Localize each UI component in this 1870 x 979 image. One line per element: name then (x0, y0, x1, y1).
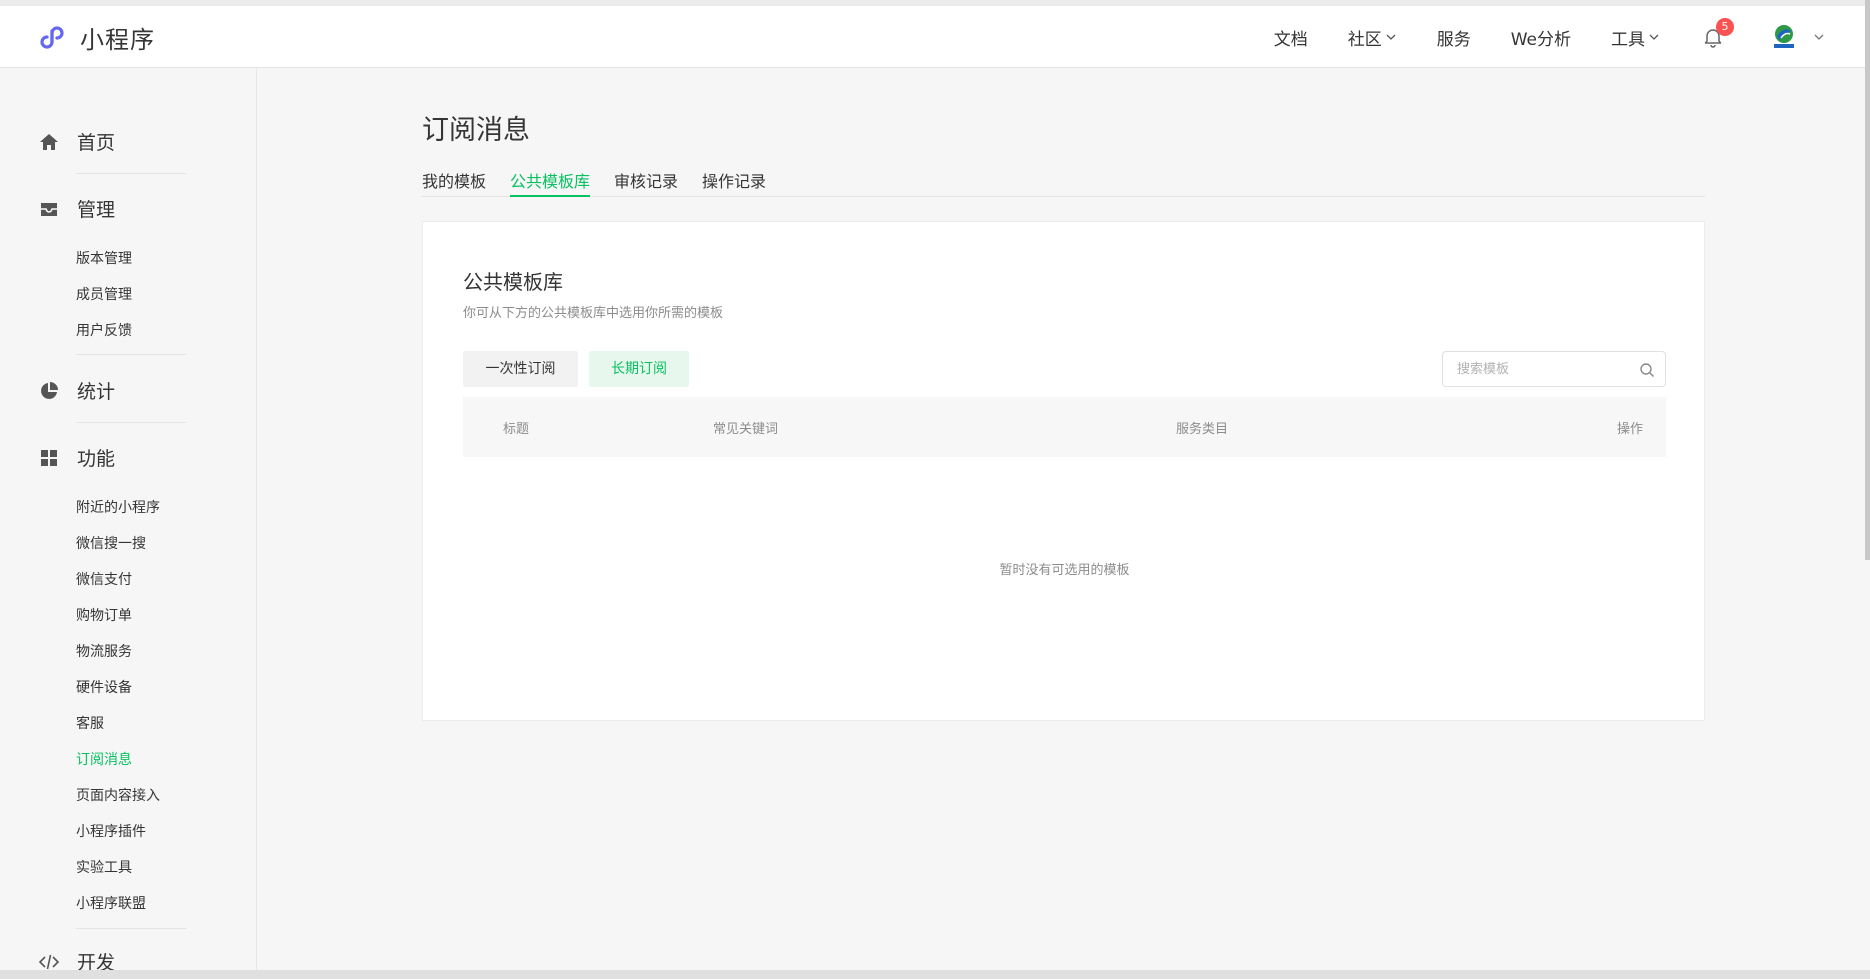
sidebar-divider (76, 422, 186, 423)
search-box (1442, 351, 1666, 387)
sidebar-item-wechat-search[interactable]: 微信搜一搜 (76, 533, 146, 553)
filter-one-time-button[interactable]: 一次性订阅 (463, 351, 578, 387)
sidebar-item-user-feedback[interactable]: 用户反馈 (76, 320, 132, 340)
nav-docs[interactable]: 文档 (1274, 25, 1308, 50)
card-title: 公共模板库 (463, 270, 563, 294)
top-header: 小程序 文档 社区 服务 We分析 工具 5 (0, 6, 1865, 68)
sidebar-item-statistics[interactable]: 统计 (38, 377, 115, 404)
nav-we-analytics[interactable]: We分析 (1511, 25, 1571, 50)
tab-review-records[interactable]: 审核记录 (614, 168, 678, 197)
template-library-card: 公共模板库 你可从下方的公共模板库中选用你所需的模板 一次性订阅 长期订阅 标题… (422, 221, 1705, 721)
sidebar: 首页 管理 版本管理 成员管理 用户反馈 统计 功能 附近的小程序 微信搜一搜 … (0, 68, 257, 979)
notification-badge: 5 (1716, 18, 1734, 36)
nav-we-analytics-label: We分析 (1510, 29, 1571, 50)
tab-my-templates[interactable]: 我的模板 (422, 168, 486, 197)
sidebar-item-member-manage[interactable]: 成员管理 (76, 284, 132, 304)
search-input[interactable] (1443, 352, 1623, 386)
inbox-icon (38, 198, 60, 220)
chevron-down-icon (1386, 34, 1396, 40)
chevron-down-icon[interactable] (1813, 31, 1825, 43)
sidebar-item-label: 首页 (77, 132, 116, 154)
nav-tools[interactable]: 工具 (1611, 25, 1660, 50)
tab-operation-records[interactable]: 操作记录 (702, 168, 766, 197)
pie-chart-icon (38, 380, 60, 402)
sidebar-divider (76, 354, 186, 355)
sidebar-section-features[interactable]: 功能 (38, 444, 115, 471)
search-icon[interactable] (1639, 362, 1655, 378)
miniprogram-logo-icon (40, 25, 64, 49)
tab-public-library[interactable]: 公共模板库 (510, 168, 591, 197)
sidebar-item-plugins[interactable]: 小程序插件 (76, 821, 146, 841)
chevron-down-icon (1649, 34, 1659, 40)
sidebar-section-label: 功能 (77, 448, 116, 470)
table-header: 标题 常见关键词 服务类目 操作 (463, 397, 1666, 457)
sidebar-item-hardware[interactable]: 硬件设备 (76, 677, 132, 697)
sidebar-item-page-content[interactable]: 页面内容接入 (76, 785, 160, 805)
sidebar-divider (76, 173, 186, 174)
sidebar-item-customer-service[interactable]: 客服 (76, 713, 104, 733)
top-nav: 文档 社区 服务 We分析 工具 5 (1234, 6, 1825, 68)
notification-button[interactable]: 5 (1702, 18, 1734, 48)
bottom-scrollbar[interactable] (0, 970, 1870, 979)
sidebar-item-subscribe-messages[interactable]: 订阅消息 (76, 749, 132, 769)
column-header-category: 服务类目 (1176, 422, 1229, 437)
tab-bar: 我的模板 公共模板库 审核记录 操作记录 (422, 168, 1705, 197)
sidebar-item-wechat-pay[interactable]: 微信支付 (76, 569, 132, 589)
grid-icon (38, 447, 60, 469)
avatar-image (1769, 22, 1799, 52)
column-header-keywords: 常见关键词 (713, 422, 779, 437)
nav-services-label: 服务 (1436, 29, 1471, 50)
nav-docs-label: 文档 (1273, 29, 1308, 50)
sidebar-item-shopping-orders[interactable]: 购物订单 (76, 605, 132, 625)
home-icon (38, 131, 60, 153)
nav-community[interactable]: 社区 (1348, 25, 1397, 50)
card-description: 你可从下方的公共模板库中选用你所需的模板 (463, 306, 724, 321)
sidebar-item-logistics[interactable]: 物流服务 (76, 641, 132, 661)
sidebar-item-label: 统计 (77, 381, 116, 403)
sidebar-section-manage[interactable]: 管理 (38, 195, 115, 222)
empty-state-text: 暂时没有可选用的模板 (999, 563, 1130, 578)
sidebar-item-alliance[interactable]: 小程序联盟 (76, 893, 146, 913)
sidebar-section-label: 管理 (77, 199, 116, 221)
sidebar-item-home[interactable]: 首页 (38, 128, 115, 155)
sidebar-item-version-manage[interactable]: 版本管理 (76, 248, 132, 268)
user-avatar[interactable] (1769, 22, 1799, 52)
filter-long-term-button[interactable]: 长期订阅 (589, 351, 689, 387)
column-header-action: 操作 (1617, 422, 1644, 437)
vertical-scrollbar[interactable] (1865, 0, 1870, 560)
nav-tools-label: 工具 (1611, 29, 1645, 50)
sidebar-item-nearby[interactable]: 附近的小程序 (76, 497, 160, 517)
app-name: 小程序 (80, 26, 155, 54)
sidebar-divider (76, 928, 186, 929)
sidebar-item-experiment-tools[interactable]: 实验工具 (76, 857, 132, 877)
page-title: 订阅消息 (422, 115, 530, 146)
nav-services[interactable]: 服务 (1437, 25, 1471, 50)
nav-community-label: 社区 (1347, 29, 1382, 50)
logo[interactable]: 小程序 (38, 20, 155, 55)
column-header-title: 标题 (503, 422, 530, 437)
